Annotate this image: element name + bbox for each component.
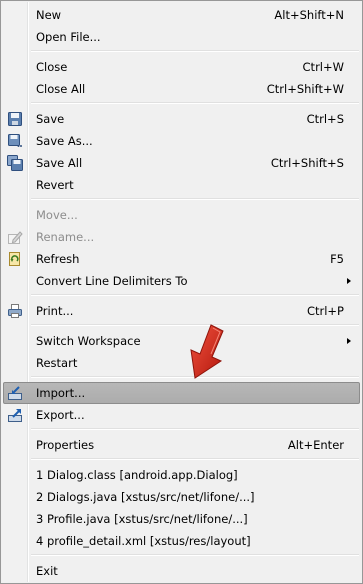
- submenu-arrow-icon: [347, 278, 351, 284]
- menu-item-label: Refresh: [36, 252, 80, 266]
- menu-item-label: Print...: [36, 304, 74, 318]
- menu-item-move: Move...: [3, 204, 360, 226]
- submenu-arrow-icon: [347, 338, 351, 344]
- menu-item-label: Save As...: [36, 134, 93, 148]
- refresh-icon: [7, 251, 23, 267]
- save-all-icon: [7, 155, 23, 171]
- menu-item-label: New: [36, 8, 62, 22]
- menu-item-label: Exit: [36, 564, 58, 578]
- menu-item-new[interactable]: New Alt+Shift+N: [3, 4, 360, 26]
- red-arrow-annotation-icon: [190, 324, 224, 379]
- menu-separator: [31, 198, 359, 200]
- menu-item-label: Revert: [36, 178, 74, 192]
- menu-item-switch-workspace[interactable]: Switch Workspace: [3, 330, 360, 352]
- menu-item-label: Properties: [36, 438, 95, 452]
- menu-item-restart[interactable]: Restart: [3, 352, 360, 374]
- import-icon: [7, 385, 23, 401]
- menu-item-label: Import...: [36, 386, 86, 400]
- menu-item-label: Open File...: [36, 30, 101, 44]
- menu-item-label: Save All: [36, 156, 83, 170]
- menu-item-shortcut: F5: [330, 252, 344, 266]
- menu-item-open-file[interactable]: Open File...: [3, 26, 360, 48]
- menu-item-save-all[interactable]: Save All Ctrl+Shift+S: [3, 152, 360, 174]
- menu-item-label: Rename...: [36, 230, 95, 244]
- menu-item-recent-file-2[interactable]: 2 Dialogs.java [xstus/src/net/lifone/...…: [3, 486, 360, 508]
- menu-item-label: Close: [36, 60, 68, 74]
- menu-item-close-all[interactable]: Close All Ctrl+Shift+W: [3, 78, 360, 100]
- menu-item-label: Restart: [36, 356, 78, 370]
- menu-item-shortcut: Alt+Enter: [287, 438, 344, 452]
- menu-item-label: Move...: [36, 208, 78, 222]
- floppy-disk-icon: [7, 111, 23, 127]
- menu-item-label: Close All: [36, 82, 86, 96]
- menu-separator: [31, 102, 359, 104]
- menu-item-shortcut: Ctrl+Shift+W: [266, 82, 344, 96]
- menu-item-shortcut: Ctrl+S: [306, 112, 344, 126]
- menu-item-shortcut: Alt+Shift+N: [274, 8, 344, 22]
- menu-separator: [31, 294, 359, 296]
- printer-icon: [7, 303, 23, 319]
- menu-item-label: Save: [36, 112, 65, 126]
- menu-item-rename: Rename...: [3, 226, 360, 248]
- menu-item-label: 4 profile_detail.xml [xstus/res/layout]: [36, 534, 251, 548]
- menu-item-close[interactable]: Close Ctrl+W: [3, 56, 360, 78]
- menu-item-shortcut: Ctrl+Shift+S: [270, 156, 344, 170]
- menu-item-recent-file-4[interactable]: 4 profile_detail.xml [xstus/res/layout]: [3, 530, 360, 552]
- menu-item-label: 2 Dialogs.java [xstus/src/net/lifone/...…: [36, 490, 255, 504]
- menu-item-label: Switch Workspace: [36, 334, 141, 348]
- menu-item-label: Export...: [36, 408, 85, 422]
- save-as-icon: [7, 133, 23, 149]
- rename-icon: [7, 229, 23, 245]
- menu-separator: [31, 428, 359, 430]
- menu-item-exit[interactable]: Exit: [3, 560, 360, 582]
- menu-item-properties[interactable]: Properties Alt+Enter: [3, 434, 360, 456]
- menu-item-label: 3 Profile.java [xstus/src/net/lifone/...…: [36, 512, 248, 526]
- menu-item-save[interactable]: Save Ctrl+S: [3, 108, 360, 130]
- menu-item-import[interactable]: Import...: [3, 382, 360, 404]
- menu-item-export[interactable]: Export...: [3, 404, 360, 426]
- menu-item-save-as[interactable]: Save As...: [3, 130, 360, 152]
- menu-item-recent-file-3[interactable]: 3 Profile.java [xstus/src/net/lifone/...…: [3, 508, 360, 530]
- menu-separator: [31, 554, 359, 556]
- menu-item-print[interactable]: Print... Ctrl+P: [3, 300, 360, 322]
- menu-separator: [31, 458, 359, 460]
- menu-item-label: Convert Line Delimiters To: [36, 274, 188, 288]
- file-menu: New Alt+Shift+N Open File... Close Ctrl+…: [0, 0, 363, 584]
- menu-item-label: 1 Dialog.class [android.app.Dialog]: [36, 468, 238, 482]
- menu-item-convert-line-delimiters[interactable]: Convert Line Delimiters To: [3, 270, 360, 292]
- menu-item-refresh[interactable]: Refresh F5: [3, 248, 360, 270]
- menu-item-shortcut: Ctrl+P: [306, 304, 344, 318]
- menu-item-revert[interactable]: Revert: [3, 174, 360, 196]
- menu-item-shortcut: Ctrl+W: [302, 60, 344, 74]
- menu-item-recent-file-1[interactable]: 1 Dialog.class [android.app.Dialog]: [3, 464, 360, 486]
- export-icon: [7, 407, 23, 423]
- menu-separator: [31, 50, 359, 52]
